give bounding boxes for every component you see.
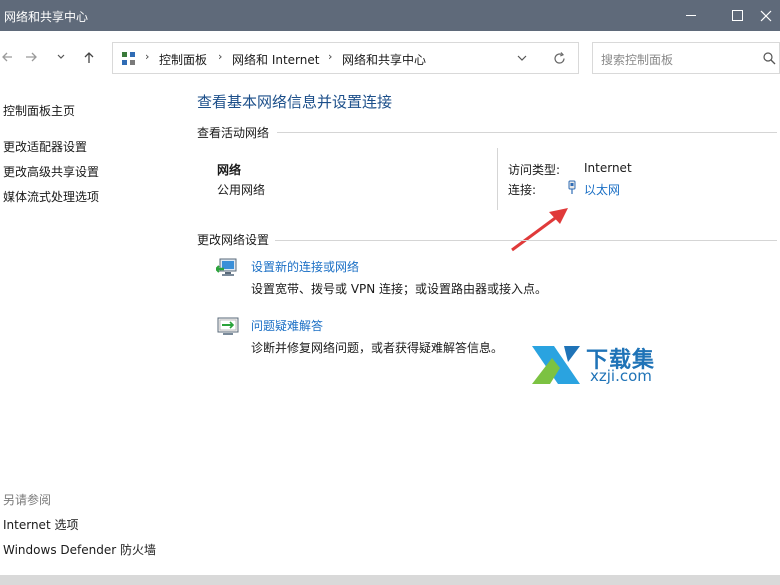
- up-button[interactable]: [80, 45, 98, 69]
- new-connection-icon: [216, 258, 237, 276]
- sidebar-link-media-streaming[interactable]: 媒体流式处理选项: [3, 188, 99, 205]
- window-title: 网络和共享中心: [4, 10, 89, 24]
- bottom-border: [0, 575, 780, 585]
- close-icon: [760, 10, 772, 21]
- troubleshoot-icon: [217, 317, 239, 335]
- search-box[interactable]: 搜索控制面板: [592, 42, 780, 74]
- maximize-icon: [731, 10, 743, 21]
- section-divider: [277, 132, 777, 133]
- breadcrumb-network-internet[interactable]: 网络和 Internet: [232, 51, 319, 68]
- vertical-divider: [497, 148, 498, 210]
- back-button[interactable]: [0, 45, 14, 69]
- address-bar[interactable]: › 控制面板 › 网络和 Internet › 网络和共享中心: [112, 42, 579, 74]
- setup-new-connection-description: 设置宽带、拨号或 VPN 连接；或设置路由器或接入点。: [251, 282, 548, 296]
- access-type-value: Internet: [584, 161, 632, 175]
- recent-locations-button[interactable]: [54, 45, 68, 69]
- ethernet-connection-link[interactable]: 以太网: [584, 181, 620, 198]
- annotation-arrow-icon: [511, 208, 568, 252]
- connection-label: 连接:: [508, 183, 537, 197]
- section-divider: [275, 240, 777, 241]
- setup-new-connection-link[interactable]: 设置新的连接或网络: [251, 258, 359, 275]
- change-settings-heading: 更改网络设置: [197, 233, 270, 247]
- watermark-x-icon: [532, 346, 580, 384]
- address-dropdown-icon[interactable]: [517, 55, 527, 62]
- forward-button[interactable]: [22, 45, 40, 69]
- up-arrow-icon: [84, 51, 94, 63]
- breadcrumb-separator: ›: [328, 50, 333, 63]
- sidebar-link-advanced-sharing[interactable]: 更改高级共享设置: [3, 163, 99, 180]
- minimize-button[interactable]: [668, 0, 714, 31]
- see-also-internet-options[interactable]: Internet 选项: [3, 516, 78, 533]
- control-panel-icon: [122, 52, 135, 65]
- title-bar: 网络和共享中心: [0, 0, 780, 31]
- close-button[interactable]: [760, 0, 780, 31]
- breadcrumb-separator: ›: [145, 50, 150, 63]
- watermark-logo: 下载集 xzji.com: [530, 340, 670, 388]
- sidebar-link-adapter-settings[interactable]: 更改适配器设置: [3, 138, 87, 155]
- back-arrow-icon: [2, 52, 12, 62]
- breadcrumb-separator: ›: [218, 50, 223, 63]
- search-icon[interactable]: [763, 52, 776, 65]
- access-type-label: 访问类型:: [508, 163, 561, 177]
- sidebar-home-link[interactable]: 控制面板主页: [3, 102, 75, 119]
- breadcrumb-control-panel[interactable]: 控制面板: [159, 51, 207, 68]
- see-also-windows-defender-firewall[interactable]: Windows Defender 防火墙: [3, 541, 156, 558]
- ethernet-icon: [568, 180, 576, 194]
- forward-arrow-icon: [25, 52, 37, 62]
- active-networks-heading: 查看活动网络: [197, 126, 270, 140]
- search-placeholder: 搜索控制面板: [601, 53, 674, 67]
- troubleshoot-problems-link[interactable]: 问题疑难解答: [251, 317, 323, 334]
- network-name: 网络: [217, 163, 242, 177]
- chevron-down-icon: [57, 54, 65, 59]
- page-title: 查看基本网络信息并设置连接: [197, 93, 393, 111]
- maximize-button[interactable]: [714, 0, 760, 31]
- troubleshoot-problems-description: 诊断并修复网络问题，或者获得疑难解答信息。: [251, 341, 504, 355]
- breadcrumb-network-sharing-center[interactable]: 网络和共享中心: [342, 51, 426, 68]
- minimize-icon: [686, 15, 696, 16]
- network-type: 公用网络: [217, 183, 266, 197]
- refresh-icon[interactable]: [553, 52, 566, 65]
- watermark-en-text: xzji.com: [590, 367, 652, 385]
- see-also-heading: 另请参阅: [3, 493, 52, 507]
